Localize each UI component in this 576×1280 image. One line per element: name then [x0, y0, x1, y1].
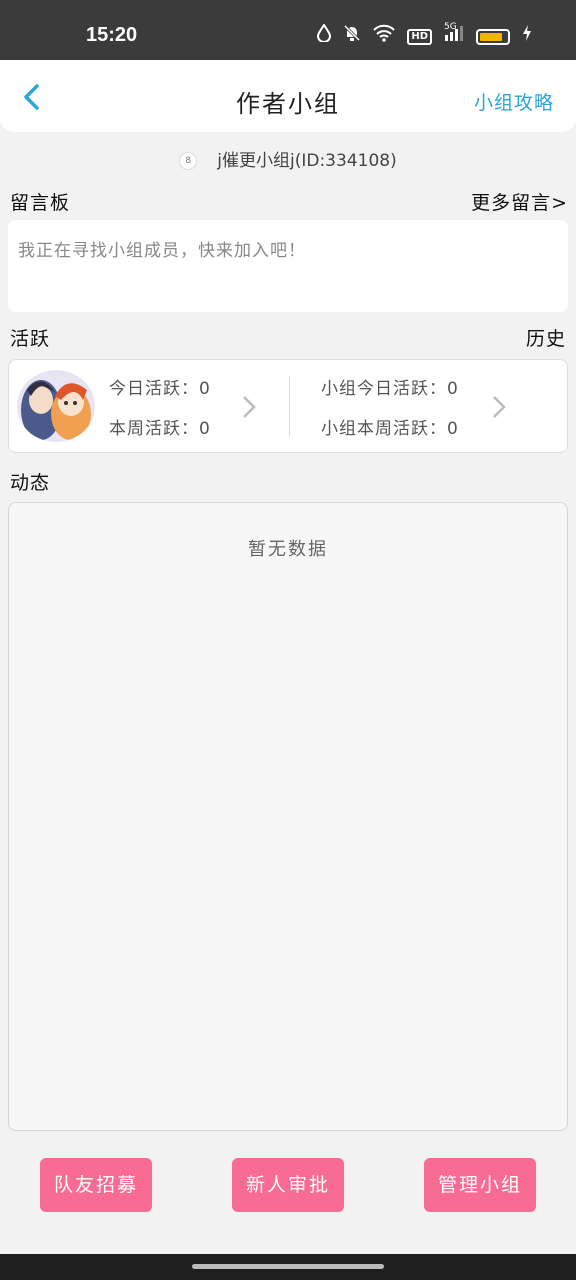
message-board[interactable]: 我正在寻找小组成员，快来加入吧！ [8, 220, 568, 312]
battery-icon [476, 28, 510, 45]
group-guide-link[interactable]: 小组攻略 [474, 88, 554, 115]
wifi-icon [373, 24, 396, 49]
activity-card: 今日活跃：0 本周活跃：0 小组今日活跃：0 小组本周活跃：0 [8, 359, 568, 453]
navigation-bar [0, 1254, 576, 1280]
network-type: 5G [444, 22, 457, 32]
header-bar: 作者小组 小组攻略 [0, 60, 576, 132]
group-id-line: 8 j催更小组j(ID:334108) [0, 146, 576, 171]
today-active-stat[interactable]: 今日活跃：0 [109, 374, 211, 399]
status-time: 15:20 [86, 24, 138, 46]
group-week-active-stat[interactable]: 小组本周活跃：0 [321, 414, 459, 439]
chevron-right-icon[interactable] [241, 394, 257, 420]
feed-label: 动态 [10, 472, 51, 494]
status-bar: 15:20 HD 5G [0, 0, 576, 60]
group-id-text: j催更小组j(ID:334108) [217, 151, 397, 171]
recruit-teammates-button[interactable]: 队友招募 [40, 1158, 152, 1212]
hd-icon: HD [407, 28, 432, 45]
activity-label: 活跃 [10, 328, 51, 350]
empty-state-text: 暂无数据 [248, 539, 328, 560]
group-mini-icon: 8 [179, 152, 198, 170]
more-messages-link[interactable]: 更多留言> [471, 188, 568, 215]
chevron-right-icon[interactable] [491, 394, 507, 420]
message-board-text: 我正在寻找小组成员，快来加入吧！ [18, 241, 306, 261]
charging-icon [522, 24, 532, 49]
avatar [17, 370, 95, 442]
water-drop-icon [317, 23, 332, 49]
group-today-active-stat[interactable]: 小组今日活跃：0 [321, 374, 459, 399]
bell-off-icon [343, 24, 361, 49]
message-board-label: 留言板 [10, 192, 71, 214]
home-indicator[interactable] [192, 1264, 384, 1269]
approve-newcomers-button[interactable]: 新人审批 [232, 1158, 344, 1212]
feed-list: 暂无数据 [8, 502, 568, 1131]
manage-group-button[interactable]: 管理小组 [424, 1158, 536, 1212]
week-active-stat[interactable]: 本周活跃：0 [109, 414, 211, 439]
divider [289, 376, 290, 436]
status-icons: HD 5G [317, 22, 532, 49]
signal-icon: 5G [444, 22, 464, 49]
history-link[interactable]: 历史 [526, 324, 566, 351]
